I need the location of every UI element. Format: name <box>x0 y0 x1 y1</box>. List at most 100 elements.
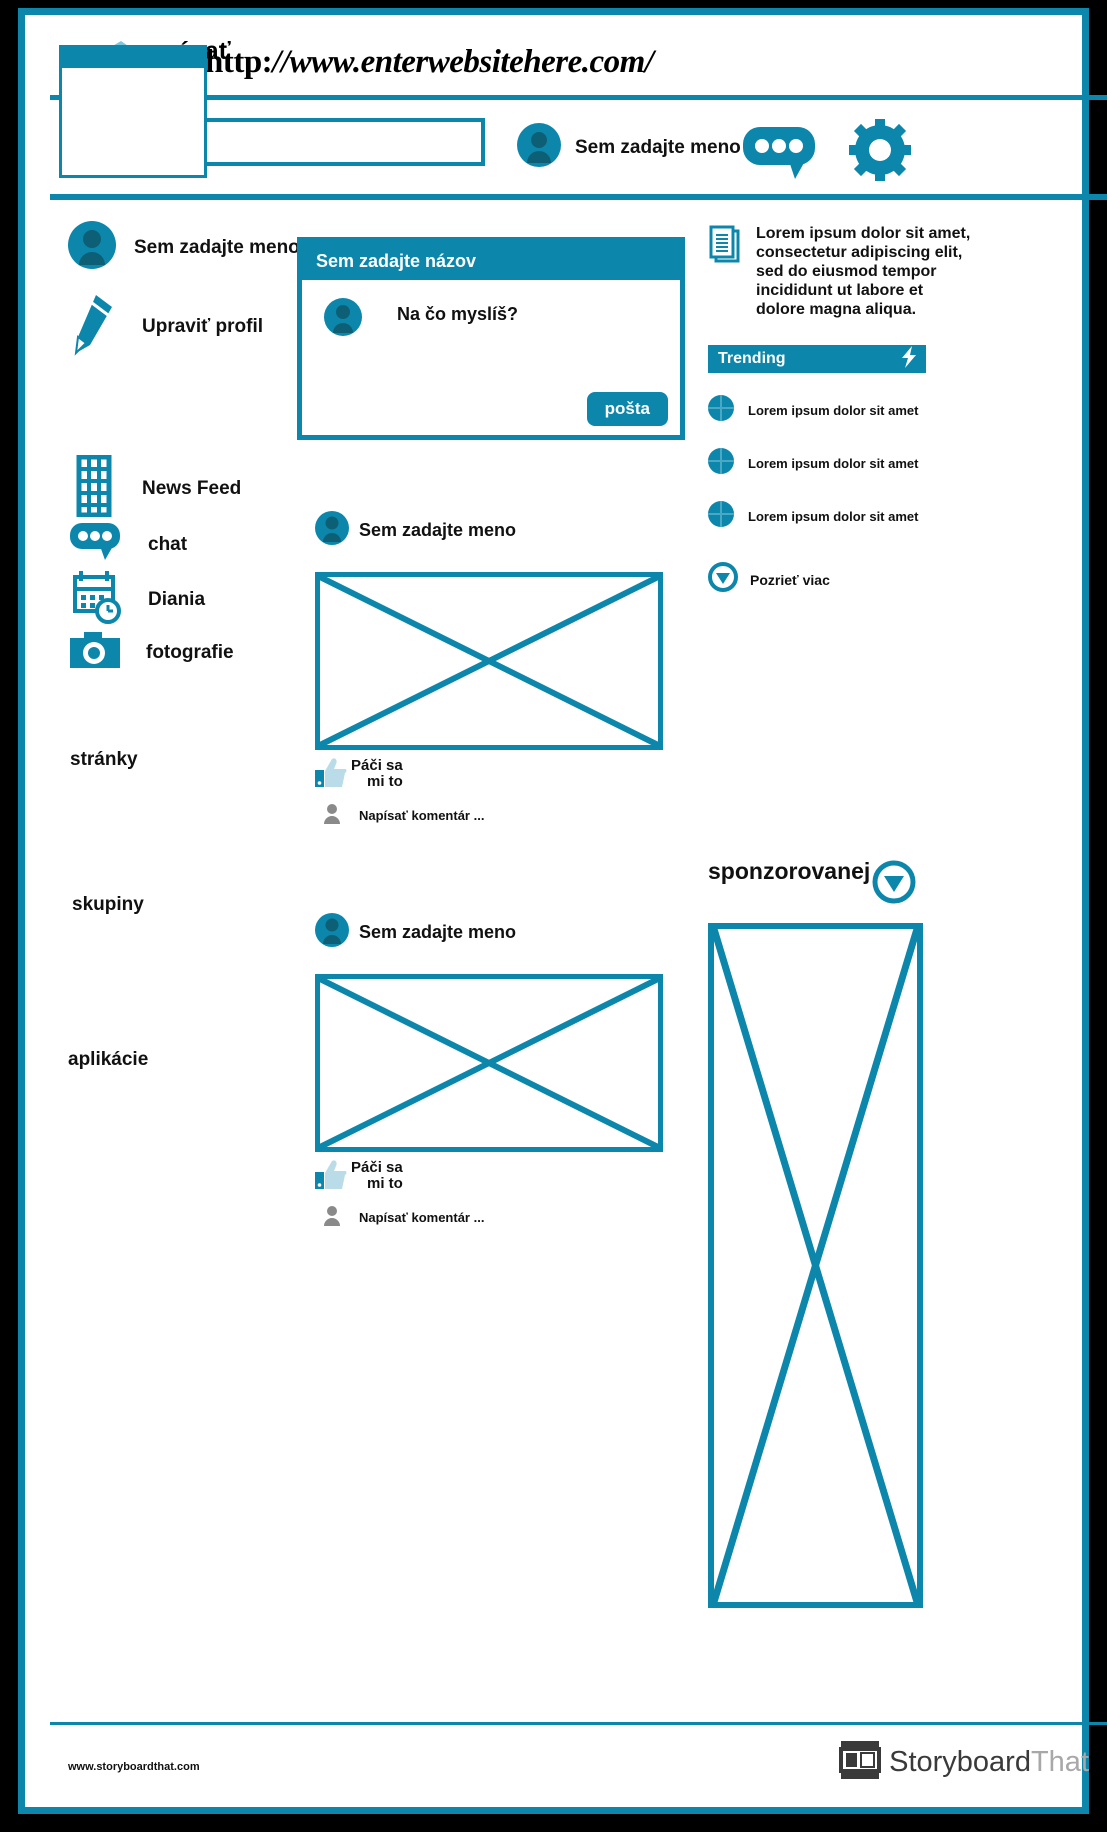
browser-window-frame: http://www.enterwebsitehere.com/ ávať Se… <box>18 8 1107 1814</box>
chevron-down-circle-icon <box>708 562 738 597</box>
composer-header: Sem zadajte názov <box>302 242 680 280</box>
storyboardthat-logo: StoryboardThat <box>839 1739 1089 1786</box>
storyboard-frames-icon <box>839 1739 882 1786</box>
url-text: http://www.enterwebsitehere.com/ <box>205 44 654 81</box>
sidebar-item-edit-profile-label: Upraviť profil <box>142 316 264 338</box>
sidebar-item-news-feed-label: News Feed <box>142 477 242 499</box>
sidebar-section-groups[interactable]: skupiny <box>72 894 144 916</box>
composer-prompt: Na čo myslíš? <box>397 304 519 324</box>
trending-item-label: Lorem ipsum dolor sit amet <box>748 456 919 472</box>
avatar <box>517 123 561 172</box>
sponsored-ad-placeholder[interactable] <box>708 923 923 1608</box>
avatar <box>315 913 349 952</box>
like-label: Páči sa mi to <box>351 758 403 790</box>
comment-field[interactable]: Napísať komentár ... <box>321 802 484 829</box>
info-text: Lorem ipsum dolor sit amet, consectetur … <box>756 225 971 318</box>
trending-header: Trending <box>708 345 926 374</box>
sponsored-title: sponzorovanej <box>708 858 871 884</box>
feed-post-1: Sem zadajte meno Páči sa mi to Napísať k… <box>315 511 675 828</box>
post-image-placeholder <box>315 572 663 750</box>
documents-icon <box>708 225 744 270</box>
sidebar-item-chat-label: chat <box>148 533 188 555</box>
sidebar-profile-name: Sem zadajte meno <box>134 236 300 258</box>
overlay-window[interactable] <box>59 45 207 178</box>
comment-field[interactable]: Napísať komentár ... <box>321 1204 484 1231</box>
sidebar-item-photos[interactable]: fotografie <box>70 631 234 674</box>
thumbs-up-icon <box>315 1160 347 1195</box>
trending-item-label: Lorem ipsum dolor sit amet <box>748 403 919 419</box>
post-button[interactable]: pošta <box>586 392 668 426</box>
like-label: Páči sa mi to <box>351 1160 403 1192</box>
post-header: Sem zadajte meno <box>315 913 675 952</box>
post-author: Sem zadajte meno <box>359 520 517 540</box>
toolbar-user[interactable]: Sem zadajte meno <box>517 123 741 172</box>
composer-title: Sem zadajte názov <box>316 250 477 271</box>
url-host-path: //www.enterwebsitehere.com/ <box>272 44 654 80</box>
info-block: Lorem ipsum dolor sit amet, consectetur … <box>708 225 1107 319</box>
see-more-button[interactable]: Pozrieť viac <box>708 562 1107 597</box>
like-line-2: mi to <box>367 772 403 790</box>
lightning-bolt-icon <box>898 345 920 374</box>
sidebar-item-events[interactable]: Diania <box>72 569 205 630</box>
comment-placeholder: Napísať komentár ... <box>359 1210 485 1225</box>
thumbs-up-icon <box>315 758 347 793</box>
sidebar-item-news-feed[interactable]: News Feed <box>76 454 242 522</box>
trending-title: Trending <box>718 350 786 368</box>
sidebar-item-chat[interactable]: chat <box>70 523 187 566</box>
toolbar-user-name: Sem zadajte meno <box>575 136 741 158</box>
sidebar-section-pages[interactable]: stránky <box>70 749 138 771</box>
calendar-clock-icon <box>72 569 122 630</box>
like-line-1: Páči sa <box>351 1159 403 1176</box>
like-button[interactable]: Páči sa mi to <box>315 758 403 793</box>
overlay-window-titlebar[interactable] <box>62 48 204 68</box>
like-line-2: mi to <box>367 1174 403 1192</box>
camera-icon <box>70 631 120 674</box>
post-actions: Páči sa mi to Napísať komentár ... <box>315 1160 675 1230</box>
trending-item[interactable]: Lorem ipsum dolor sit amet <box>708 501 1107 532</box>
chat-bubble-icon[interactable] <box>743 127 815 187</box>
pencil-icon <box>72 293 114 362</box>
avatar <box>68 221 116 274</box>
comment-placeholder: Napísať komentár ... <box>359 808 485 823</box>
composer-body[interactable]: Na čo myslíš? pošta <box>302 280 680 440</box>
trending-item[interactable]: Lorem ipsum dolor sit amet <box>708 395 1107 426</box>
logo-text-part1: Storyboard <box>889 1746 1031 1778</box>
avatar <box>315 511 349 550</box>
feed-post-2: Sem zadajte meno Páči sa mi to Napísať k… <box>315 913 675 1230</box>
avatar <box>321 1204 343 1231</box>
sidebar-profile[interactable]: Sem zadajte meno <box>68 221 300 274</box>
post-composer: Sem zadajte názov Na čo myslíš? pošta <box>297 237 685 440</box>
globe-bullet-icon <box>708 501 734 532</box>
trending-item-label: Lorem ipsum dolor sit amet <box>748 509 919 525</box>
building-icon <box>76 454 112 522</box>
footer-url: www.storyboardthat.com <box>68 1761 200 1773</box>
trending-item[interactable]: Lorem ipsum dolor sit amet <box>708 448 1107 479</box>
see-more-label: Pozrieť viac <box>750 571 830 588</box>
post-actions: Páči sa mi to Napísať komentár ... <box>315 758 675 828</box>
right-sidebar: Lorem ipsum dolor sit amet, consectetur … <box>708 225 1107 597</box>
sidebar-item-events-label: Diania <box>148 588 206 610</box>
footer: www.storyboardthat.com StoryboardThat <box>50 1722 1107 1792</box>
post-author: Sem zadajte meno <box>359 922 517 942</box>
globe-bullet-icon <box>708 448 734 479</box>
sidebar-section-apps[interactable]: aplikácie <box>68 1049 148 1071</box>
avatar <box>324 298 362 341</box>
post-image-placeholder <box>315 974 663 1152</box>
logo-text: StoryboardThat <box>889 1746 1089 1779</box>
sponsored-header: sponzorovanej <box>708 860 1107 909</box>
left-sidebar: Sem zadajte meno Upraviť profil News Fee… <box>50 211 300 1751</box>
like-line-1: Páči sa <box>351 757 403 774</box>
globe-bullet-icon <box>708 395 734 426</box>
avatar <box>321 802 343 829</box>
chevron-down-circle-icon[interactable] <box>872 860 916 909</box>
sidebar-item-edit-profile[interactable]: Upraviť profil <box>72 293 263 362</box>
screenshot-root: http://www.enterwebsitehere.com/ ávať Se… <box>0 0 1107 1832</box>
sponsored-section: sponzorovanej <box>708 860 1107 1608</box>
logo-text-part2: That <box>1030 1746 1089 1778</box>
chat-bubble-icon <box>70 523 120 566</box>
gear-icon[interactable] <box>849 119 911 186</box>
post-header: Sem zadajte meno <box>315 511 675 550</box>
sidebar-item-photos-label: fotografie <box>146 641 234 663</box>
search-input[interactable] <box>195 118 485 166</box>
like-button[interactable]: Páči sa mi to <box>315 1160 403 1195</box>
